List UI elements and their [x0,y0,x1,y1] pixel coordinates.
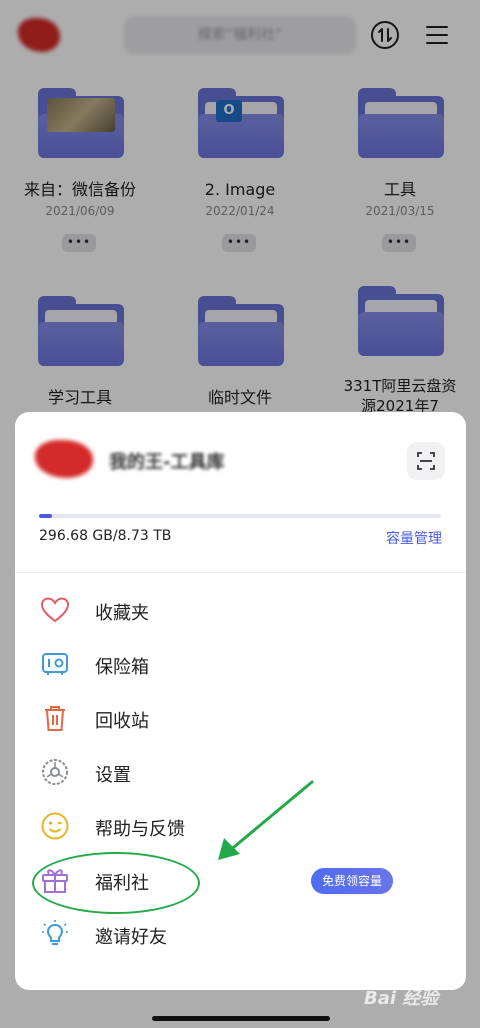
menu-item-favorites[interactable]: 收藏夹 [15,584,466,638]
menu-item-recycle-bin[interactable]: 回收站 [15,692,466,746]
menu-item-label: 回收站 [95,711,149,732]
account-name: 我的王-工具库 [109,452,225,473]
capacity-management-link[interactable]: 容量管理 [386,528,442,548]
storage-progress-bar [39,514,441,518]
menu-item-label: 邀请好友 [95,927,167,948]
trash-icon [45,706,65,731]
storage-progress-fill [39,514,53,518]
heart-icon [40,597,70,623]
menu-item-label: 设置 [95,765,131,786]
gear-icon [42,759,68,785]
menu-item-safe[interactable]: 保险箱 [15,638,466,692]
annotation-circle [32,852,200,914]
lightbulb-icon [42,920,68,945]
menu-item-invite-friends[interactable]: 邀请好友 [15,908,466,962]
storage-usage: 296.68 GB/8.73 TB [39,528,172,544]
free-capacity-badge[interactable]: 免费领容量 [311,868,393,894]
scan-button[interactable] [407,442,445,480]
annotation-arrow [218,780,314,860]
safe-icon [42,653,68,675]
watermark: Bai 经验 [364,988,439,1009]
menu-item-label: 帮助与反馈 [95,819,185,840]
smiley-icon [41,812,69,840]
menu-item-label: 保险箱 [95,657,149,678]
avatar[interactable] [35,440,93,478]
menu-item-label: 收藏夹 [95,603,149,624]
home-indicator[interactable] [152,1016,330,1021]
scan-icon [417,452,435,470]
divider [15,572,466,573]
